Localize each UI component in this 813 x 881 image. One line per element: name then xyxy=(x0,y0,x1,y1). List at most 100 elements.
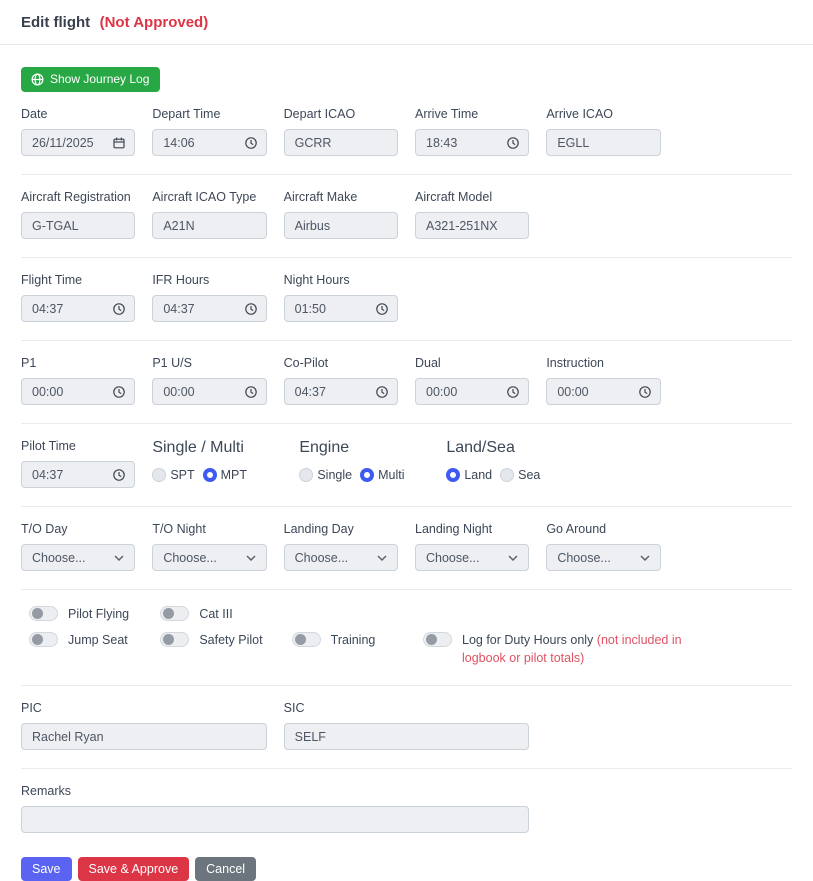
clock-icon[interactable] xyxy=(244,136,257,149)
landing-day-select-value: Choose... xyxy=(294,550,349,565)
page-header: Edit flight (Not Approved) xyxy=(0,0,813,45)
clock-icon[interactable] xyxy=(376,385,388,398)
jump-seat-toggle[interactable] xyxy=(29,632,58,648)
dual-input[interactable] xyxy=(415,378,530,405)
depart-icao-input-field[interactable] xyxy=(284,130,397,155)
pic-input[interactable] xyxy=(21,723,267,751)
to-night-label: T/O Night xyxy=(152,522,206,536)
aircraft-icao-type-input[interactable] xyxy=(152,212,267,239)
clock-icon[interactable] xyxy=(244,385,257,398)
pic-input-field[interactable] xyxy=(22,724,266,750)
save-approve-button[interactable]: Save & Approve xyxy=(77,857,190,881)
land-radio-label[interactable]: Land xyxy=(464,468,492,482)
clock-icon[interactable] xyxy=(113,468,126,481)
cat-iii-label: Cat III xyxy=(199,607,233,621)
instruction-input[interactable] xyxy=(546,378,661,405)
aircraft-registration-label: Aircraft Registration xyxy=(21,190,131,204)
pilot-time-input[interactable] xyxy=(21,461,136,488)
arrive-icao-input[interactable] xyxy=(546,129,661,156)
p1-us-input[interactable] xyxy=(152,378,267,405)
aircraft-make-label: Aircraft Make xyxy=(283,190,358,204)
field-instruction: Instruction xyxy=(546,356,661,405)
aircraft-registration-input[interactable] xyxy=(21,212,136,239)
clock-icon[interactable] xyxy=(507,385,520,398)
night-hours-label: Night Hours xyxy=(283,273,350,287)
mpt-radio-label[interactable]: MPT xyxy=(221,468,247,482)
arrive-icao-label: Arrive ICAO xyxy=(546,107,614,121)
field-date: Date xyxy=(21,107,136,156)
clock-icon[interactable] xyxy=(244,302,257,315)
field-p1: P1 xyxy=(21,356,136,405)
clock-icon[interactable] xyxy=(376,302,388,315)
training-toggle-item: Training xyxy=(284,631,398,667)
arrive-time-input[interactable] xyxy=(415,129,530,156)
depart-time-input[interactable] xyxy=(152,129,267,156)
aircraft-model-input[interactable] xyxy=(415,212,530,239)
to-day-select[interactable]: Choose... xyxy=(21,544,136,571)
field-p1-us: P1 U/S xyxy=(152,356,267,405)
section-remarks: Remarks xyxy=(21,769,792,837)
date-input[interactable] xyxy=(21,129,136,156)
chevron-down-icon xyxy=(114,555,124,561)
go-around-select[interactable]: Choose... xyxy=(546,544,661,571)
depart-time-label: Depart Time xyxy=(152,107,221,121)
duty-hours-toggle[interactable] xyxy=(423,632,452,648)
aircraft-model-label: Aircraft Model xyxy=(415,190,493,204)
arrive-time-label: Arrive Time xyxy=(415,107,479,121)
aircraft-make-input[interactable] xyxy=(283,212,398,239)
to-night-select[interactable]: Choose... xyxy=(152,544,267,571)
aircraft-model-input-field[interactable] xyxy=(416,213,529,238)
aircraft-registration-input-field[interactable] xyxy=(22,213,135,238)
remarks-input[interactable] xyxy=(21,806,530,834)
calendar-icon[interactable] xyxy=(113,137,125,149)
p1-input[interactable] xyxy=(21,378,136,405)
sic-input[interactable] xyxy=(283,723,530,751)
safety-pilot-toggle-item: Safety Pilot xyxy=(152,631,266,667)
page-title: Edit flight xyxy=(21,14,91,31)
co-pilot-input[interactable] xyxy=(283,378,398,405)
clock-icon[interactable] xyxy=(507,136,520,149)
section-schedule: Date Depart T xyxy=(21,92,792,175)
clock-icon[interactable] xyxy=(638,385,651,398)
section-crew: PIC SIC xyxy=(21,686,792,770)
show-journey-log-button[interactable]: Show Journey Log xyxy=(21,67,161,92)
field-aircraft-icao-type: Aircraft ICAO Type xyxy=(152,190,267,239)
spt-radio-label[interactable]: SPT xyxy=(170,468,194,482)
mpt-radio[interactable] xyxy=(202,468,217,482)
sea-radio[interactable] xyxy=(500,468,515,482)
engine-multi-radio[interactable] xyxy=(360,468,375,482)
aircraft-icao-type-input-field[interactable] xyxy=(153,213,266,238)
flight-time-input[interactable] xyxy=(21,295,136,322)
night-hours-input[interactable] xyxy=(283,295,398,322)
spt-radio[interactable] xyxy=(152,468,167,482)
sic-input-field[interactable] xyxy=(284,724,529,750)
remarks-input-field[interactable] xyxy=(22,807,529,833)
field-remarks: Remarks xyxy=(21,784,530,834)
field-go-around: Go Around Choose... xyxy=(546,522,661,571)
p1-label: P1 xyxy=(21,356,37,370)
clock-icon[interactable] xyxy=(113,385,126,398)
safety-pilot-toggle[interactable] xyxy=(160,632,190,648)
cat-iii-toggle[interactable] xyxy=(160,606,190,621)
ifr-hours-label: IFR Hours xyxy=(152,273,210,287)
jump-seat-toggle-item: Jump Seat xyxy=(21,631,135,667)
cancel-button[interactable]: Cancel xyxy=(195,857,257,881)
save-button[interactable]: Save xyxy=(21,857,72,881)
landing-day-select[interactable]: Choose... xyxy=(283,544,398,571)
pilot-flying-toggle[interactable] xyxy=(29,606,58,621)
engine-single-radio[interactable] xyxy=(299,468,314,482)
training-toggle[interactable] xyxy=(291,632,321,648)
depart-icao-input[interactable] xyxy=(283,129,398,156)
arrive-icao-input-field[interactable] xyxy=(547,130,660,155)
sic-label: SIC xyxy=(283,701,305,716)
engine-single-radio-label[interactable]: Single xyxy=(317,468,352,482)
sea-radio-label[interactable]: Sea xyxy=(518,468,540,482)
aircraft-make-input-field[interactable] xyxy=(284,213,397,238)
field-pic: PIC xyxy=(21,701,267,751)
field-co-pilot: Co-Pilot xyxy=(283,356,398,405)
clock-icon[interactable] xyxy=(113,302,126,315)
landing-night-select[interactable]: Choose... xyxy=(415,544,530,571)
land-radio[interactable] xyxy=(446,468,461,482)
engine-multi-radio-label[interactable]: Multi xyxy=(378,468,404,482)
ifr-hours-input[interactable] xyxy=(152,295,267,322)
